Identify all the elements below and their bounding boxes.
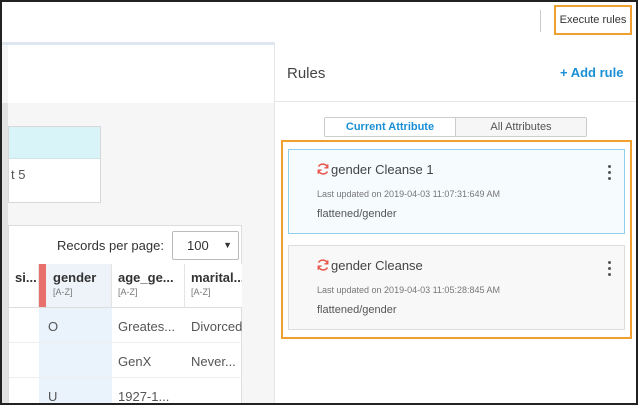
data-panel: t 5 Records per page: 100 ▼ si... gender… [2, 42, 274, 403]
table-cell-gender: O [39, 308, 112, 343]
column-sort-label: [A-Z] [191, 287, 211, 297]
records-per-page-label: Records per page: [57, 238, 164, 253]
table-cell [185, 378, 242, 403]
selected-column-marker [39, 264, 46, 307]
column-header[interactable]: si... [9, 264, 39, 308]
rule-name: gender Cleanse 1 [331, 162, 434, 177]
column-sort-label: [A-Z] [118, 287, 138, 297]
rule-updated-timestamp: Last updated on 2019-04-03 11:05:28:845 … [317, 285, 500, 295]
caret-down-icon: ▼ [223, 240, 232, 250]
table-cell: Divorced [185, 308, 242, 343]
summary-card-text: t 5 [11, 167, 26, 182]
tab-current-attribute[interactable]: Current Attribute [325, 118, 456, 136]
more-options-icon[interactable] [605, 261, 613, 281]
rule-updated-timestamp: Last updated on 2019-04-03 11:07:31:649 … [317, 189, 500, 199]
table-cell [9, 343, 39, 378]
records-table: Records per page: 100 ▼ si... gender [A-… [8, 225, 242, 403]
rule-card[interactable]: gender Cleanse 1 Last updated on 2019-04… [288, 149, 625, 234]
sync-icon [317, 163, 329, 175]
rule-path: flattened/gender [317, 304, 397, 316]
summary-card-header [9, 127, 100, 159]
summary-card: t 5 [8, 126, 101, 203]
rule-card[interactable]: gender Cleanse Last updated on 2019-04-0… [288, 245, 625, 330]
records-per-page-select[interactable]: 100 ▼ [172, 231, 239, 260]
table-cell [9, 378, 39, 403]
column-header-name: gender [53, 270, 97, 285]
data-panel-header [8, 45, 274, 103]
rule-path: flattened/gender [317, 208, 397, 220]
column-header-name: marital... [191, 270, 242, 285]
records-per-page-value: 100 [187, 238, 209, 253]
table-cell: Greates... [112, 308, 185, 343]
execute-rules-button[interactable]: Execute rules [554, 5, 632, 35]
app-window: Execute rules t 5 Records per page: 100 … [0, 0, 638, 405]
table-cell: 1927-1... [112, 378, 185, 403]
sync-icon [317, 259, 329, 271]
more-options-icon[interactable] [605, 165, 613, 185]
top-bar: Execute rules [2, 2, 636, 42]
rules-header-divider [275, 101, 636, 102]
column-header-marital[interactable]: marital... [A-Z] [185, 264, 242, 308]
attribute-scope-toggle: Current Attribute All Attributes [324, 117, 587, 137]
rules-panel: Rules + Add rule Current Attribute All A… [274, 42, 636, 403]
rules-list: gender Cleanse 1 Last updated on 2019-04… [281, 140, 632, 339]
column-sort-label: [A-Z] [53, 287, 73, 297]
table-cell: GenX [112, 343, 185, 378]
rule-name: gender Cleanse [331, 258, 423, 273]
column-header-name: age_ge... [118, 270, 174, 285]
column-header-age-generation[interactable]: age_ge... [A-Z] [112, 264, 185, 308]
table-cell [9, 308, 39, 343]
rules-title: Rules [287, 65, 326, 82]
table-cell: Never... [185, 343, 242, 378]
column-header-gender[interactable]: gender [A-Z] [39, 264, 112, 308]
add-rule-button[interactable]: + Add rule [560, 65, 623, 80]
table-cell-gender: U [39, 378, 112, 403]
toolbar-divider [540, 10, 541, 32]
tab-all-attributes[interactable]: All Attributes [456, 118, 586, 136]
table-cell-gender [39, 343, 112, 378]
column-header-name: si... [15, 270, 37, 285]
